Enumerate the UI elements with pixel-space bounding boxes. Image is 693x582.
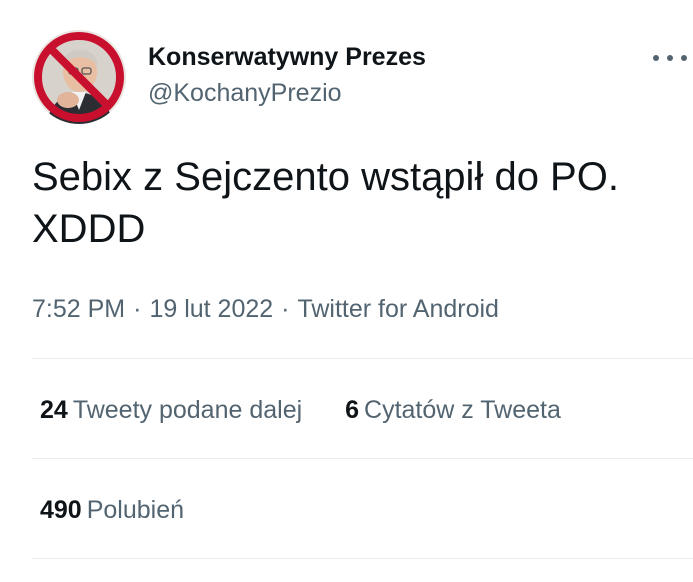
author-handle[interactable]: @KochanyPrezio	[148, 76, 426, 110]
likes-label: Polubień	[86, 496, 185, 524]
retweets-label: Tweety podane dalej	[72, 396, 303, 424]
divider	[32, 458, 693, 459]
tweet-text: Sebix z Sejczento wstąpił do PO. XDDD	[32, 155, 619, 251]
more-dot-icon	[653, 55, 659, 61]
more-dot-icon	[667, 55, 673, 61]
tweet-time[interactable]: 7:52 PM	[32, 295, 125, 323]
no-sign-portrait-icon	[32, 30, 126, 124]
likes-count: 490	[40, 496, 82, 524]
tweet-metadata: 7:52 PM · 19 lut 2022 · Twitter for Android	[32, 292, 499, 326]
stats-row-likes: 490 Polubień	[40, 493, 220, 527]
retweets-count: 24	[40, 396, 68, 424]
author-display-name[interactable]: Konserwatywny Prezes	[148, 42, 426, 72]
meta-separator: ·	[133, 295, 142, 323]
quotes-stat[interactable]: 6 Cytatów z Tweeta	[345, 393, 561, 427]
meta-separator: ·	[281, 295, 290, 323]
more-options-button[interactable]	[653, 48, 687, 68]
divider	[32, 558, 693, 559]
tweet-source[interactable]: Twitter for Android	[297, 295, 498, 323]
quotes-label: Cytatów z Tweeta	[364, 396, 561, 424]
stats-row-shares: 24 Tweety podane dalej 6 Cytatów z Tweeta	[40, 393, 597, 427]
quotes-count: 6	[345, 396, 360, 424]
more-dot-icon	[681, 55, 687, 61]
likes-stat[interactable]: 490 Polubień	[40, 493, 184, 527]
avatar[interactable]	[32, 30, 126, 124]
retweets-stat[interactable]: 24 Tweety podane dalej	[40, 393, 302, 427]
tweet-header: Konserwatywny Prezes @KochanyPrezio	[32, 30, 687, 125]
divider	[32, 358, 693, 359]
author-names: Konserwatywny Prezes @KochanyPrezio	[148, 42, 426, 110]
tweet-date[interactable]: 19 lut 2022	[149, 295, 273, 323]
